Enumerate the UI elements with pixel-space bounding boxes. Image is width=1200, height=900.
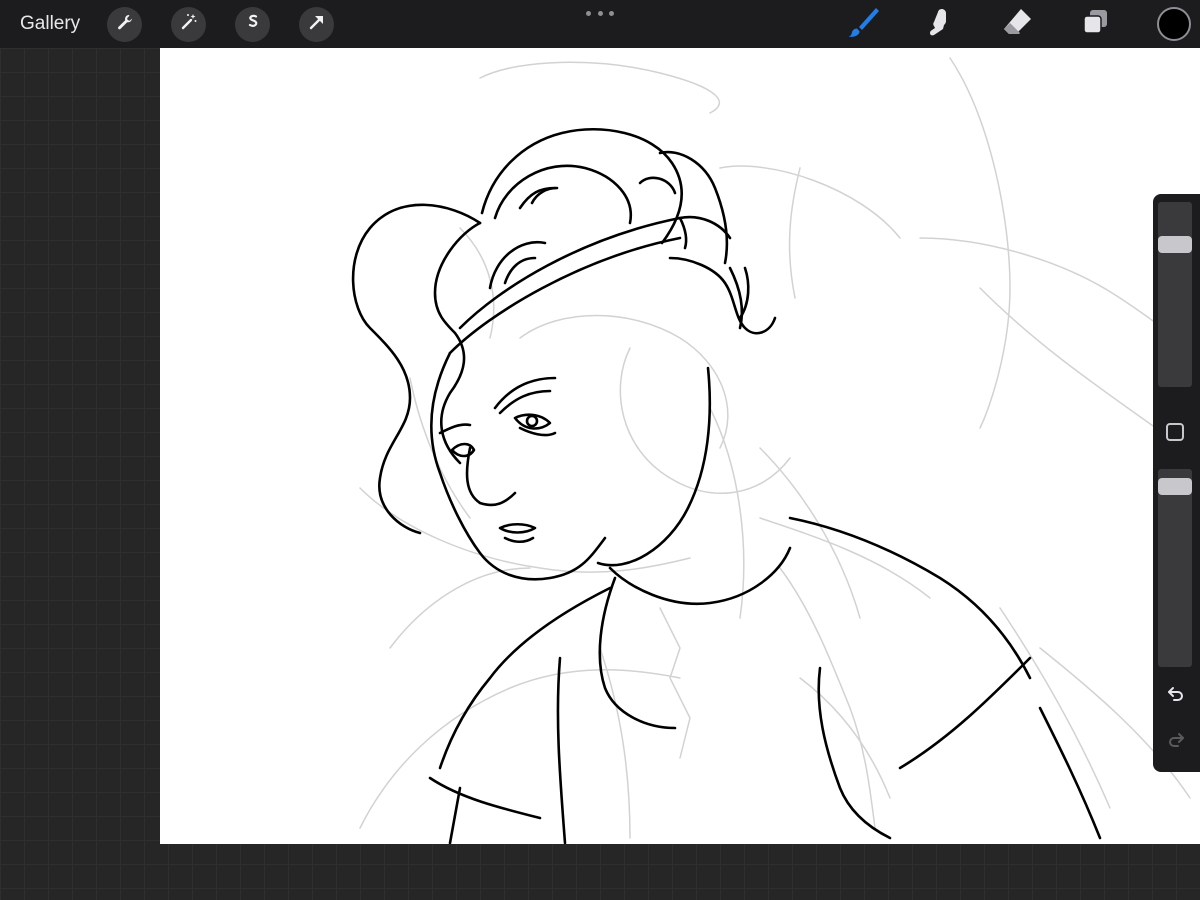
eraser-button[interactable] — [999, 6, 1035, 42]
brush-size-slider[interactable] — [1158, 202, 1192, 387]
redo-icon — [1166, 730, 1186, 755]
smudge-icon — [924, 7, 954, 42]
gallery-button[interactable]: Gallery — [20, 13, 80, 35]
undo-icon — [1166, 684, 1186, 709]
dot — [586, 10, 591, 16]
right-sidebar — [1153, 194, 1200, 772]
selection-icon — [243, 12, 263, 37]
redo-button[interactable] — [1163, 729, 1189, 755]
adjustments-button[interactable] — [171, 7, 206, 42]
square-icon[interactable] — [1166, 423, 1184, 441]
line-art-drawing — [351, 57, 1200, 844]
magic-wand-icon — [179, 12, 199, 37]
opacity-thumb[interactable] — [1158, 478, 1192, 495]
smudge-button[interactable] — [921, 6, 957, 42]
brush-button[interactable] — [845, 6, 881, 42]
pencil-sketch-layer — [359, 57, 1200, 839]
selection-button[interactable] — [235, 7, 270, 42]
undo-button[interactable] — [1163, 683, 1189, 709]
color-swatch[interactable] — [1157, 7, 1191, 41]
layers-icon — [1081, 8, 1109, 41]
opacity-slider[interactable] — [1158, 469, 1192, 667]
dot — [597, 10, 603, 16]
layers-button[interactable] — [1077, 6, 1113, 42]
more-dots-icon[interactable] — [586, 6, 614, 20]
transform-arrow-icon — [307, 12, 327, 37]
actions-button[interactable] — [107, 7, 142, 42]
transform-button[interactable] — [299, 7, 334, 42]
brush-size-thumb[interactable] — [1158, 236, 1192, 253]
brush-icon — [846, 5, 880, 44]
ink-layer — [351, 127, 1102, 844]
wrench-icon — [115, 12, 135, 37]
top-toolbar: Gallery — [0, 0, 1200, 48]
eraser-icon — [1001, 6, 1033, 43]
dot — [609, 10, 614, 16]
drawing-canvas[interactable] — [160, 48, 1200, 844]
